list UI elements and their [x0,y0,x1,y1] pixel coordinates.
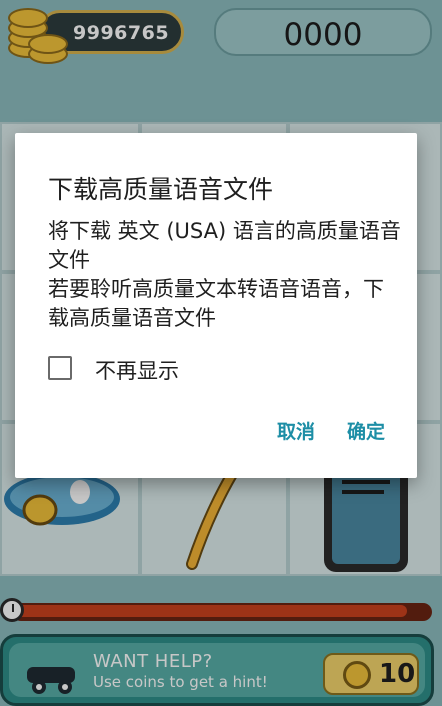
dont-show-again-label: 不再显示 [95,359,179,383]
ok-button[interactable]: 确定 [347,417,385,444]
dialog-title: 下载高质量语音文件 [48,175,274,204]
download-voice-dialog: 下载高质量语音文件 将下载 英文 (USA) 语言的高质量语音文件 若要聆听高质… [15,133,417,478]
dont-show-again-row[interactable]: 不再显示 [48,354,348,384]
dont-show-again-checkbox[interactable] [48,356,72,380]
cancel-button[interactable]: 取消 [277,417,315,444]
dialog-message: 将下载 英文 (USA) 语言的高质量语音文件 若要聆听高质量文本转语音语音，下… [48,219,401,330]
